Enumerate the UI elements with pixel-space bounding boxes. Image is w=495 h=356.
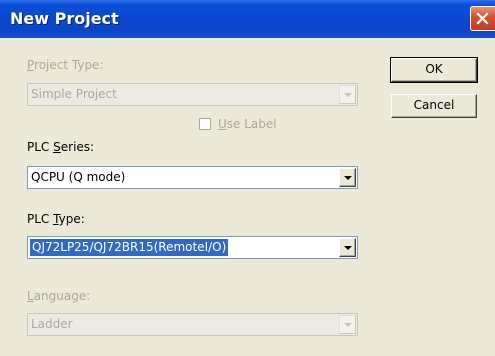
chevron-down-icon [344, 246, 352, 250]
project-type-label: Project Type: [27, 58, 104, 72]
language-label: Language: [27, 289, 91, 303]
ok-button[interactable]: OK [390, 57, 478, 83]
plc-series-label: PLC Series: [27, 140, 95, 154]
window-title: New Project [10, 9, 119, 28]
plc-type-label: PLC Type: [27, 212, 85, 226]
language-dropdown-button[interactable] [339, 315, 356, 334]
plc-series-select[interactable]: QCPU (Q mode) [27, 166, 358, 189]
project-type-value: Simple Project [31, 87, 117, 101]
close-button[interactable] [470, 6, 495, 31]
use-label-checkbox[interactable] [199, 118, 211, 130]
language-value: Ladder [31, 317, 73, 331]
plc-type-dropdown-button[interactable] [339, 238, 356, 257]
plc-type-select[interactable]: QJ72LP25/QJ72BR15(RemoteI/O) [27, 236, 358, 259]
use-label-text: Use Label [218, 117, 277, 131]
plc-type-value: QJ72LP25/QJ72BR15(RemoteI/O) [30, 239, 229, 256]
language-select[interactable]: Ladder [27, 313, 358, 336]
project-type-select[interactable]: Simple Project [27, 83, 358, 106]
close-icon [476, 12, 489, 25]
chevron-down-icon [344, 323, 352, 327]
plc-series-dropdown-button[interactable] [339, 168, 356, 187]
chevron-down-icon [344, 93, 352, 97]
project-type-dropdown-button[interactable] [339, 85, 356, 104]
cancel-button[interactable]: Cancel [391, 94, 477, 118]
plc-series-value: QCPU (Q mode) [31, 170, 126, 184]
title-bar[interactable]: New Project [0, 0, 495, 38]
chevron-down-icon [344, 176, 352, 180]
